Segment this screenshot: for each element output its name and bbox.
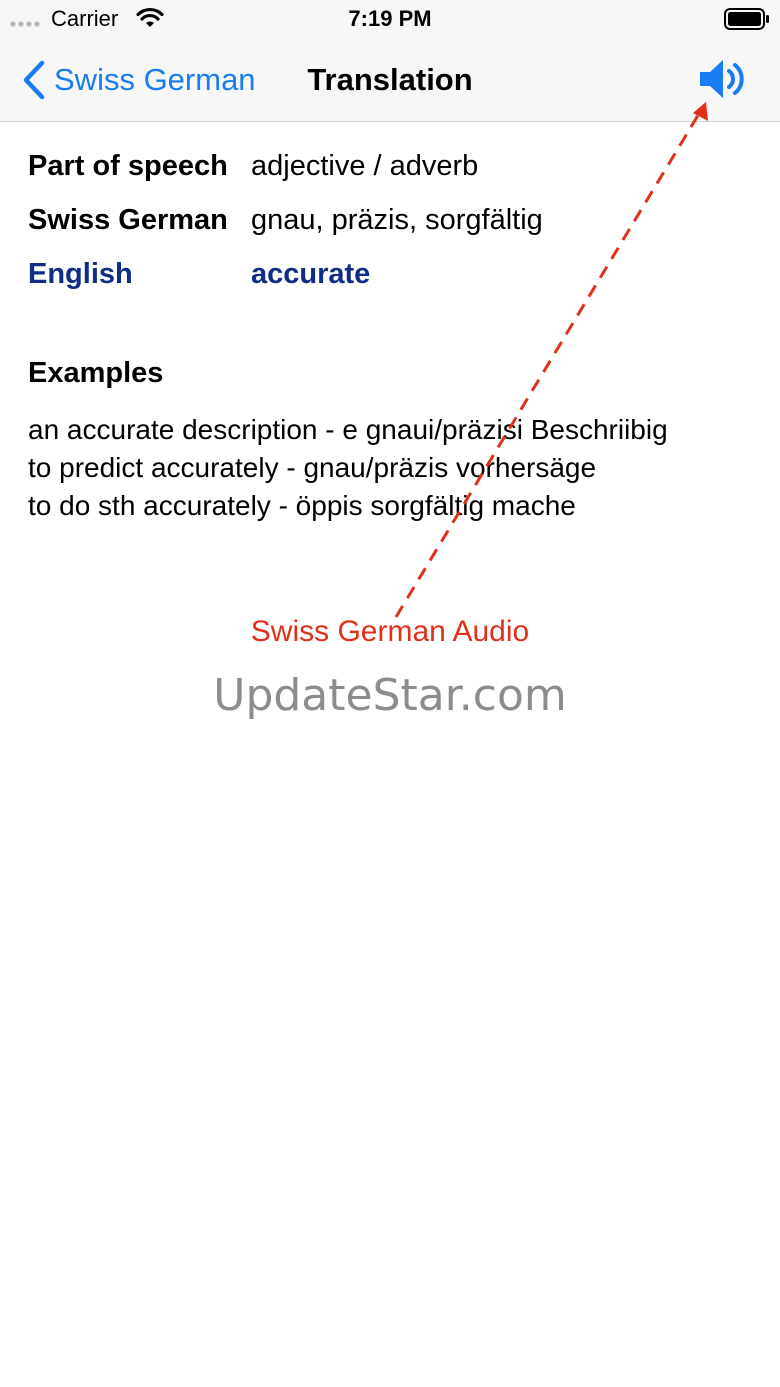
- annotation-arrow: [394, 102, 708, 618]
- annotation-label: Swiss German Audio: [250, 615, 530, 648]
- watermark: UpdateStar.com: [213, 670, 567, 721]
